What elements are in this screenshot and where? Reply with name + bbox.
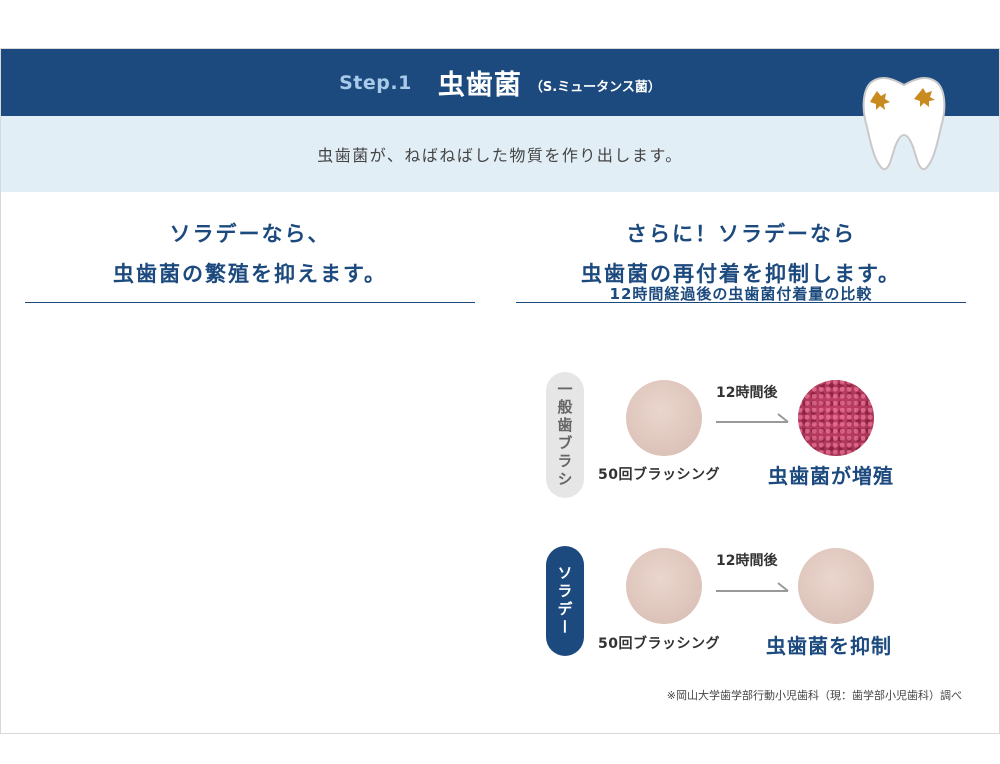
- header-subtitle: （S.ミュータンス菌）: [529, 80, 661, 95]
- header-title: 虫歯菌: [437, 70, 522, 101]
- after-label-regular: 12時間後: [716, 385, 778, 401]
- before-disc-soladey: [626, 548, 702, 624]
- result-label-soladey: 虫歯菌を抑制: [766, 634, 892, 658]
- tooth-icon: [862, 77, 946, 171]
- before-disc-regular: [626, 380, 702, 456]
- right-heading-line1: さらに！ソラデーなら: [626, 222, 856, 246]
- left-heading-line1: ソラデーなら、: [169, 222, 331, 246]
- after-disc-clean: [798, 548, 874, 624]
- after-label-soladey: 12時間後: [716, 553, 778, 569]
- step-label: Step.1: [339, 71, 412, 94]
- after-disc-bacteria: [798, 380, 874, 456]
- footnote: ※岡山大学歯学部行動小児歯科（現：歯学部小児歯科）調べ: [666, 689, 962, 702]
- right-heading: さらに！ソラデーなら 虫歯菌の再付着を抑制します。: [516, 214, 966, 294]
- header-bar: Step.1 虫歯菌 （S.ミュータンス菌）: [1, 49, 999, 116]
- result-label-regular: 虫歯菌が増殖: [768, 464, 894, 488]
- description-bar: 虫歯菌が、ねばねばした物質を作り出します。: [1, 116, 999, 192]
- group-label-soladey: ソラデー: [546, 546, 584, 656]
- group-label-regular-brush: 一般歯ブラシ: [546, 372, 584, 498]
- brushing-label-regular: 50回ブラッシング: [598, 467, 720, 483]
- arrow-right-icon: [716, 413, 789, 423]
- description-text: 虫歯菌が、ねばねばした物質を作り出します。: [317, 146, 683, 165]
- comparison-title: 12時間経過後の虫歯菌付着量の比較: [609, 285, 873, 303]
- left-divider: [25, 302, 475, 303]
- left-heading: ソラデーなら、 虫歯菌の繁殖を抑えます。: [25, 214, 475, 294]
- brushing-label-soladey: 50回ブラッシング: [598, 636, 720, 652]
- arrow-right-icon: [716, 582, 789, 592]
- left-heading-line2: 虫歯菌の繁殖を抑えます。: [113, 262, 387, 286]
